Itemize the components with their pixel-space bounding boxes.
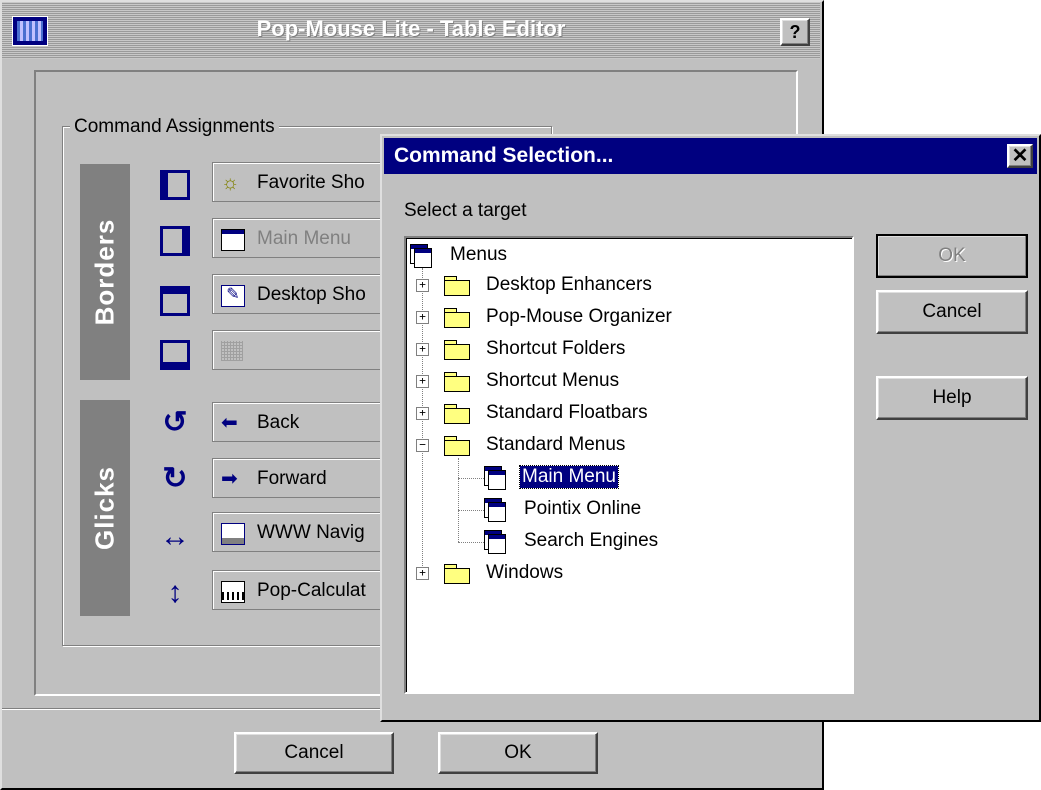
tree-item-folder[interactable]: Desktop Enhancers [486, 274, 652, 296]
menu-icon [484, 466, 508, 490]
tree-item-menu[interactable]: Search Engines [524, 530, 658, 552]
tree-item-menus[interactable]: Menus [450, 244, 507, 266]
ok-button[interactable]: OK [438, 732, 598, 774]
dialog-help-button[interactable]: Help [876, 376, 1028, 420]
tree-item-folder[interactable]: Standard Menus [486, 434, 625, 456]
tree-line [458, 478, 484, 479]
assignment-label: Main Menu [257, 228, 351, 249]
sun-icon: ☼ [221, 172, 240, 194]
group-label: Command Assignments [70, 116, 279, 138]
glicks-band: Glicks [80, 400, 130, 616]
dotted-grid-icon [221, 341, 243, 361]
folder-icon [444, 308, 470, 328]
tree-item-menu[interactable]: Pointix Online [524, 498, 641, 520]
arrow-right-icon: ➡ [221, 468, 238, 490]
dialog-titlebar[interactable]: Command Selection... ✕ [384, 138, 1037, 174]
tree-item-folder[interactable]: Standard Floatbars [486, 402, 648, 424]
assignment-label: Favorite Sho [257, 172, 365, 193]
expand-icon[interactable]: + [416, 311, 429, 324]
expand-icon[interactable]: + [416, 407, 429, 420]
assignment-label: Pop-Calculat [257, 580, 366, 601]
arrow-left-icon: ⬅ [221, 412, 238, 434]
rotate-ccw-icon[interactable]: ↺ [158, 406, 192, 440]
expand-icon[interactable]: + [416, 279, 429, 292]
help-button[interactable]: ? [780, 18, 810, 46]
menus-root-icon [410, 244, 434, 268]
open-folder-icon [444, 436, 470, 456]
folder-icon [444, 372, 470, 392]
borders-label: Borders [89, 218, 120, 326]
expand-icon[interactable]: + [416, 375, 429, 388]
rotate-cw-icon[interactable]: ↻ [158, 462, 192, 496]
right-border-icon[interactable] [160, 226, 190, 256]
assignment-label: Back [257, 412, 300, 433]
tree-line [458, 510, 484, 511]
tree-item-folder[interactable]: Pop-Mouse Organizer [486, 306, 672, 328]
top-border-icon[interactable] [160, 286, 190, 316]
assignment-label: Forward [257, 468, 327, 489]
assignment-label: WWW Navig [257, 522, 365, 543]
folder-icon [444, 564, 470, 584]
folder-icon [444, 340, 470, 360]
tree-item-folder[interactable]: Windows [486, 562, 563, 584]
keyboard-icon [221, 523, 245, 545]
vertical-arrows-icon[interactable]: ↕ [158, 576, 192, 610]
cancel-button[interactable]: Cancel [234, 732, 394, 774]
folder-icon [444, 404, 470, 424]
target-tree[interactable] [404, 236, 854, 694]
dialog-cancel-button[interactable]: Cancel [876, 290, 1028, 334]
borders-band: Borders [80, 164, 130, 380]
close-icon[interactable]: ✕ [1007, 144, 1033, 168]
menu-icon [484, 498, 508, 522]
dialog-title: Command Selection... [394, 144, 614, 167]
tree-line [458, 458, 459, 542]
dialog-ok-button[interactable]: OK [876, 234, 1028, 278]
tree-item-folder[interactable]: Shortcut Menus [486, 370, 619, 392]
dialog-prompt: Select a target [404, 200, 527, 221]
horizontal-arrows-icon[interactable]: ↔ [158, 520, 192, 554]
left-border-icon[interactable] [160, 170, 190, 200]
menu-icon [484, 530, 508, 554]
tree-line [458, 542, 484, 543]
calculator-icon [221, 581, 245, 603]
glicks-label: Glicks [89, 465, 120, 551]
tree-item-folder[interactable]: Shortcut Folders [486, 338, 625, 360]
table-editor-titlebar[interactable]: Pop-Mouse Lite - Table Editor ? [2, 2, 820, 59]
window-title: Pop-Mouse Lite - Table Editor [256, 16, 566, 41]
menu-icon [221, 229, 245, 251]
assignment-label: Desktop Sho [257, 284, 366, 305]
expand-icon[interactable]: + [416, 567, 429, 580]
folder-icon [444, 276, 470, 296]
collapse-icon[interactable]: − [416, 439, 429, 452]
expand-icon[interactable]: + [416, 343, 429, 356]
tree-item-selected[interactable]: Main Menu [519, 465, 619, 489]
shortcut-icon: ✎ [221, 285, 245, 307]
bottom-border-icon[interactable] [160, 340, 190, 370]
